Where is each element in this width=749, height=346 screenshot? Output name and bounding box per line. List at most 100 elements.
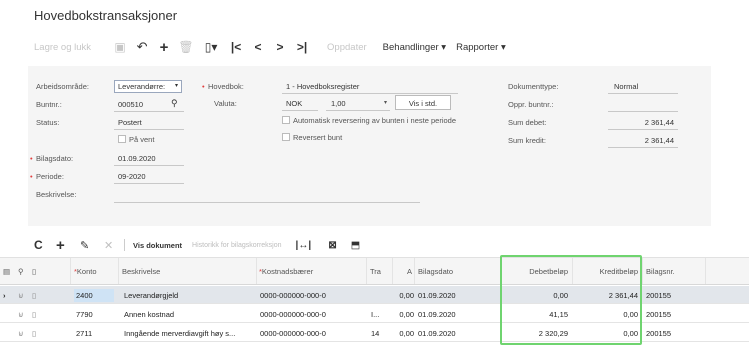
plus-icon[interactable]: + <box>153 39 175 56</box>
clipboard-icon[interactable]: ▯▾ <box>197 40 225 54</box>
paperclip-icon: ⊍ <box>18 310 24 319</box>
row-pointer-icon: › <box>3 291 6 300</box>
doc-date-value[interactable]: 01.09.2020 <box>118 154 156 163</box>
save-icon[interactable]: ▣ <box>109 40 131 54</box>
on-hold-checkbox[interactable] <box>118 135 126 143</box>
cell-tx[interactable]: 14 <box>371 329 391 338</box>
cell-date[interactable]: 01.09.2020 <box>418 291 498 300</box>
description-field[interactable] <box>114 202 420 203</box>
previous-icon[interactable]: < <box>247 40 269 54</box>
sum-credit-label: Sum kredit: <box>508 136 546 145</box>
doc-type-label: Dokumenttype: <box>508 82 559 91</box>
actions-label: Behandlinger <box>382 41 439 53</box>
chevron-down-icon: ▾ <box>174 83 178 89</box>
work-area-label: Arbeidsområde: <box>36 82 89 91</box>
chevron-down-icon[interactable]: ▾ <box>384 99 387 106</box>
cell-cost[interactable]: 0000-000000-000-0 <box>260 291 364 300</box>
orig-batch-label: Oppr. buntnr.: <box>508 100 554 109</box>
col-doc[interactable]: Bilagsnr. <box>646 267 675 276</box>
cell-description[interactable]: Inngående merverdiavgift høy s... <box>124 329 252 338</box>
close-icon[interactable]: ✕ <box>104 239 124 252</box>
paperclip-icon: ⊍ <box>18 291 24 300</box>
doc-date-label: Bilagsdato: <box>36 154 74 163</box>
file-icon: ▯ <box>32 291 37 300</box>
file-icon: ▯ <box>32 329 37 338</box>
refresh-button[interactable]: Oppdater <box>327 42 367 53</box>
show-currency-label: Vis i std. <box>408 99 438 108</box>
cell-date[interactable]: 01.09.2020 <box>418 310 498 319</box>
plus-icon[interactable]: + <box>56 237 80 254</box>
history-button[interactable]: Historikk for bilagskorreksjon <box>192 242 281 249</box>
col-cost[interactable]: Kostnadsbærer <box>262 267 313 276</box>
actions-menu[interactable]: Behandlinger ▾ <box>383 42 446 53</box>
status-label: Status: <box>36 118 60 127</box>
refresh-icon[interactable]: C <box>34 238 56 252</box>
file-icon: ▯ <box>32 310 37 319</box>
first-page-icon[interactable]: |< <box>225 40 247 54</box>
status-value: Postert <box>118 118 142 127</box>
search-icon[interactable]: ⚲ <box>171 98 178 109</box>
show-currency-button[interactable]: Vis i std. <box>395 95 451 110</box>
paperclip-icon: ⊍ <box>18 329 24 338</box>
excel-icon[interactable]: ⊠ <box>320 240 346 251</box>
cell-cost[interactable]: 0000-000000-000-0 <box>260 310 364 319</box>
header-form: Arbeidsområde: Leverandørre: ▾ Buntnr.: … <box>28 66 711 226</box>
cell-doc[interactable]: 200155 <box>646 291 704 300</box>
col-account[interactable]: Konto <box>77 267 97 276</box>
cell-date[interactable]: 01.09.2020 <box>418 329 498 338</box>
file-icon: ▯ <box>32 267 37 276</box>
col-a[interactable]: A <box>407 267 412 276</box>
cell-account[interactable]: 7790 <box>76 310 116 319</box>
main-toolbar: Lagre og lukk ▣ ↶ + 🗑 ▯▾ |< < > >| Oppda… <box>34 34 506 60</box>
auto-reverse-checkbox[interactable] <box>282 116 290 124</box>
period-value[interactable]: 09-2020 <box>118 172 146 181</box>
sum-debit-label: Sum debet: <box>508 118 547 127</box>
batch-no-value[interactable]: 000510 <box>118 100 143 109</box>
auto-reverse-label: Automatisk reversering av bunten i neste… <box>293 116 457 125</box>
cell-tx[interactable]: I... <box>371 310 391 319</box>
upload-icon[interactable]: ⬒ <box>346 240 366 251</box>
cell-account[interactable]: 2711 <box>76 329 116 338</box>
ledger-value[interactable]: 1 - Hovedboksregister <box>286 82 359 91</box>
last-page-icon[interactable]: >| <box>291 40 313 54</box>
list-icon[interactable]: ▤ <box>3 267 10 276</box>
batch-no-label: Buntnr.: <box>36 100 62 109</box>
undo-icon[interactable]: ↶ <box>131 39 153 55</box>
cell-a[interactable]: 0,00 <box>394 291 414 300</box>
col-description[interactable]: Beskrivelse <box>122 267 160 276</box>
reports-label: Rapporter <box>456 41 499 53</box>
grid-toolbar: C + ✎ ✕ Vis dokument Historikk for bilag… <box>34 236 366 254</box>
sum-debit-value: 2 361,44 <box>644 118 674 127</box>
reports-menu[interactable]: Rapporter ▾ <box>456 42 506 53</box>
page-title: Hovedbokstransaksjoner <box>34 8 178 23</box>
col-date[interactable]: Bilagsdato <box>418 267 453 276</box>
doc-type-value: Normal <box>614 82 639 91</box>
cell-description[interactable]: Annen kostnad <box>124 310 252 319</box>
currency-value[interactable]: NOK <box>286 99 302 108</box>
period-label: Periode: <box>36 172 64 181</box>
save-close-button[interactable]: Lagre og lukk <box>34 42 91 53</box>
view-document-button[interactable]: Vis dokument <box>133 241 182 250</box>
col-tx[interactable]: Tra <box>370 267 381 276</box>
cell-doc[interactable]: 200155 <box>646 310 704 319</box>
next-icon[interactable]: > <box>269 40 291 54</box>
sum-credit-value: 2 361,44 <box>644 136 674 145</box>
work-area-value: Leverandørre: <box>118 82 166 91</box>
highlight-box <box>500 255 642 345</box>
trash-icon[interactable]: 🗑 <box>175 40 197 54</box>
on-hold-label: På vent <box>129 135 155 144</box>
description-label: Beskrivelse: <box>36 190 77 199</box>
reversed-label: Reversert bunt <box>293 133 343 142</box>
fit-columns-icon[interactable]: |↔| <box>296 240 320 251</box>
reversed-checkbox[interactable] <box>282 133 290 141</box>
cell-a[interactable]: 0,00 <box>394 329 414 338</box>
cell-a[interactable]: 0,00 <box>394 310 414 319</box>
cell-doc[interactable]: 200155 <box>646 329 704 338</box>
pencil-icon[interactable]: ✎ <box>80 239 104 252</box>
cell-cost[interactable]: 0000-000000-000-0 <box>260 329 364 338</box>
cell-account[interactable]: 2400 <box>74 289 114 302</box>
cell-description[interactable]: Leverandørgjeld <box>124 291 252 300</box>
work-area-select[interactable]: Leverandørre: ▾ <box>114 80 182 93</box>
ledger-label: Hovedbok: <box>208 82 244 91</box>
rate-value[interactable]: 1,00 <box>331 99 346 108</box>
